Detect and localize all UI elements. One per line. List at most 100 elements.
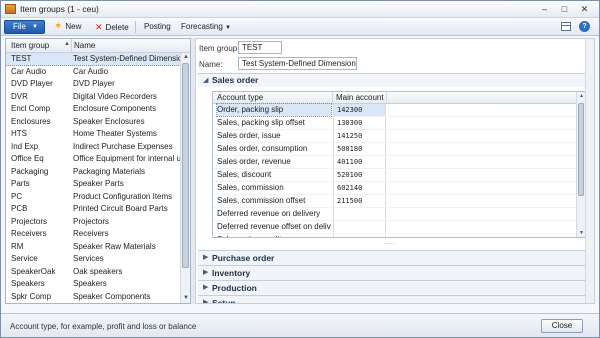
main-account-cell[interactable]: 520100 — [333, 169, 386, 181]
main-account-cell[interactable] — [333, 208, 386, 220]
table-row[interactable]: Sales, commission offset 211500 — [213, 195, 577, 208]
table-row[interactable]: Sales order, credit — [213, 234, 577, 237]
table-row[interactable]: Sales order, issue 141250 — [213, 130, 577, 143]
forecasting-menu-button[interactable]: Forecasting ▼ — [181, 21, 231, 33]
list-item[interactable]: SpeakerOak Oak speakers — [6, 266, 181, 278]
list-item[interactable]: HTS Home Theater Systems — [6, 128, 181, 141]
list-item[interactable]: Office Eq Office Equipment for internal u… — [6, 153, 181, 166]
main-account-cell[interactable]: 211500 — [333, 195, 386, 207]
main-account-cell[interactable]: 130300 — [333, 117, 386, 129]
table-row[interactable]: Order, packing slip 142300 — [213, 103, 577, 117]
help-icon[interactable]: ? — [579, 21, 590, 32]
main-account-cell[interactable] — [333, 221, 386, 233]
list-item[interactable]: Speakers Speakers — [6, 278, 181, 291]
name-cell: Projectors — [73, 216, 110, 226]
item-group-field[interactable]: TEST — [238, 41, 282, 54]
name-cell: Speaker Enclosures — [73, 116, 145, 126]
main-account-cell[interactable]: 141250 — [333, 130, 386, 142]
sales-order-scrollbar[interactable]: ▲ ▼ — [576, 92, 585, 237]
main-account-cell[interactable]: 142300 — [333, 104, 386, 116]
account-type-cell: Sales order, revenue — [217, 157, 291, 166]
item-group-cell: Enclosures — [11, 116, 51, 126]
column-header-item-group[interactable]: Item group — [11, 41, 49, 50]
chevron-down-icon: ▼ — [225, 25, 231, 31]
list-item[interactable]: Service Services — [6, 253, 181, 266]
account-type-cell: Sales order, credit — [217, 234, 331, 237]
table-row[interactable]: Sales order, revenue 401100 — [213, 156, 577, 169]
name-field[interactable]: Test System-Defined Dimension — [238, 57, 357, 70]
section-title: Production — [212, 283, 257, 293]
list-item[interactable]: Encl Comp Enclosure Components — [6, 103, 181, 116]
list-item[interactable]: Enclosures Speaker Enclosures — [6, 116, 181, 128]
section-title: Inventory — [212, 268, 251, 278]
scroll-thumb[interactable] — [578, 103, 584, 196]
name-cell: Office Equipment for internal use — [73, 154, 181, 163]
section-header-purchase-order[interactable]: ▶ Purchase order — [198, 250, 592, 265]
list-item[interactable]: Spkr Comp Speaker Components — [6, 291, 181, 303]
item-group-cell: Service — [11, 254, 38, 263]
column-header-main-account[interactable]: Main account — [336, 93, 384, 102]
new-button[interactable]: ✶ New — [54, 21, 81, 33]
close-icon[interactable]: ✕ — [577, 3, 592, 15]
list-item[interactable]: PC Product Configuration Items — [6, 191, 181, 203]
close-button[interactable]: Close — [541, 319, 583, 333]
list-item[interactable]: Packaging Packaging Materials — [6, 166, 181, 178]
table-row[interactable]: Sales, packing slip offset 130300 — [213, 117, 577, 130]
main-account-cell[interactable]: 500180 — [333, 143, 386, 155]
name-cell: Product Configuration Items — [73, 191, 173, 201]
list-item[interactable]: Projectors Projectors — [6, 216, 181, 228]
item-group-cell: Packaging — [11, 166, 49, 176]
maximize-icon[interactable]: □ — [557, 3, 572, 15]
list-item[interactable]: Receivers Receivers — [6, 228, 181, 241]
scroll-thumb[interactable] — [182, 63, 189, 268]
scroll-up-icon[interactable]: ▲ — [181, 53, 190, 62]
list-item[interactable]: Car Audio Car Audio — [6, 66, 181, 78]
account-type-cell: Sales order, consumption — [217, 144, 308, 153]
table-row[interactable]: Sales order, consumption 500180 — [213, 143, 577, 156]
main-account-cell[interactable]: 602140 — [333, 182, 386, 194]
item-group-cell: SpeakerOak — [11, 266, 56, 276]
collapse-triangle-icon: ◢ — [203, 77, 209, 84]
list-item[interactable]: DVR Digital Video Recorders — [6, 91, 181, 103]
main-account-cell[interactable]: 401100 — [333, 156, 386, 168]
name-cell: Enclosure Components — [73, 104, 157, 113]
main-account-cell[interactable] — [333, 234, 386, 237]
section-header-inventory[interactable]: ▶ Inventory — [198, 265, 592, 280]
file-menu-button[interactable]: File ▼ — [4, 20, 45, 34]
list-item[interactable]: DVD Player DVD Player — [6, 78, 181, 91]
column-header-account-type[interactable]: Account type — [217, 93, 263, 102]
expand-triangle-icon: ▶ — [203, 299, 209, 304]
more-rows-indicator: .... — [384, 239, 396, 246]
section-header-production[interactable]: ▶ Production — [198, 280, 592, 295]
posting-button[interactable]: Posting — [144, 21, 171, 33]
layout-icon[interactable] — [561, 22, 571, 31]
action-pane: File ▼ ✶ New ✕ Delete Posting Forecasting … — [1, 18, 599, 36]
table-row[interactable]: Deferred revenue offset on delivery — [213, 221, 577, 234]
list-item[interactable]: TEST Test System-Defined Dimension — [6, 53, 181, 66]
account-type-cell: Deferred revenue on delivery — [217, 209, 321, 218]
name-cell: Indirect Purchase Expenses — [73, 141, 173, 151]
table-row[interactable]: Sales, commission 602140 — [213, 182, 577, 195]
sales-order-header[interactable]: ◢ Sales order — [198, 74, 592, 87]
delete-button[interactable]: ✕ Delete — [95, 21, 129, 33]
expand-triangle-icon: ▶ — [203, 254, 209, 261]
detail-scrollbar[interactable] — [585, 39, 594, 303]
table-row[interactable]: Sales, discount 520100 — [213, 169, 577, 182]
table-row[interactable]: Deferred revenue on delivery — [213, 208, 577, 221]
scroll-down-icon[interactable]: ▼ — [181, 294, 190, 303]
list-item[interactable]: PCB Printed Circuit Board Parts — [6, 203, 181, 216]
detail-pane: Item group: TEST Name: Test System-Defin… — [195, 38, 595, 304]
list-item[interactable]: Ind Exp Indirect Purchase Expenses — [6, 141, 181, 153]
list-scrollbar[interactable]: ▲ ▼ — [180, 53, 190, 303]
list-item[interactable]: RM Speaker Raw Materials — [6, 241, 181, 253]
column-header-name[interactable]: Name — [74, 41, 95, 50]
expand-triangle-icon: ▶ — [203, 269, 209, 276]
item-group-cell: Speakers — [11, 279, 45, 288]
item-group-cell: DVD Player — [11, 79, 53, 88]
sort-ascending-icon: ▲ — [64, 41, 70, 47]
minimize-icon[interactable]: – — [537, 3, 552, 15]
new-label: New — [65, 22, 82, 31]
section-header-setup[interactable]: ▶ Setup — [198, 295, 592, 304]
list-item[interactable]: Parts Speaker Parts — [6, 178, 181, 191]
account-type-cell: Sales, packing slip offset — [217, 118, 305, 127]
